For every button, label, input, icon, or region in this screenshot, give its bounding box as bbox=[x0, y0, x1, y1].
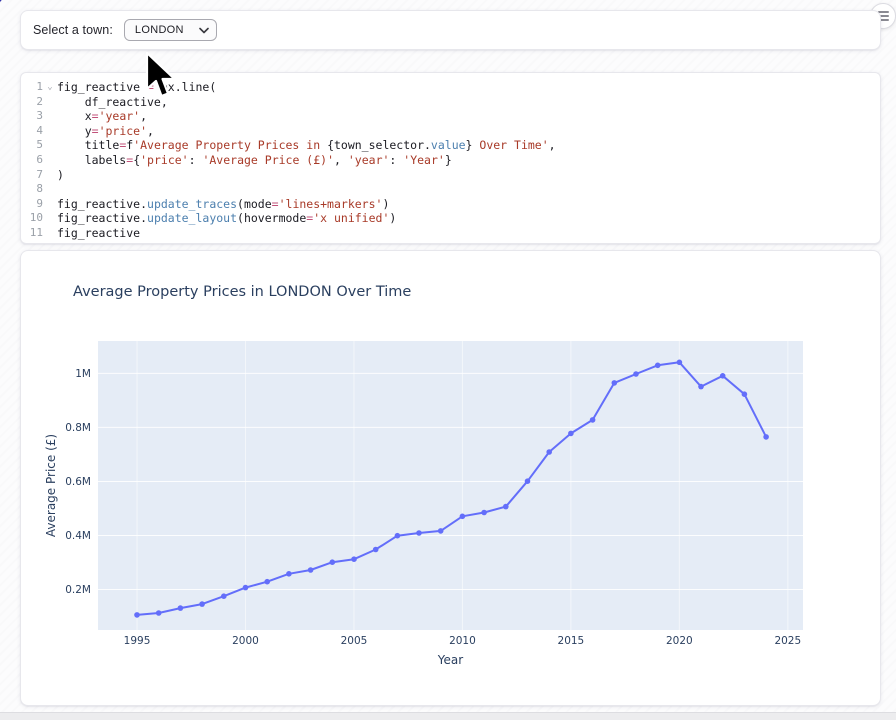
fold-spacer bbox=[43, 153, 57, 168]
fold-spacer bbox=[43, 109, 57, 124]
code-line: 11fig_reactive bbox=[21, 226, 880, 241]
code-line: 7) bbox=[21, 168, 880, 183]
x-tick-label: 2025 bbox=[774, 635, 801, 647]
plot-area[interactable] bbox=[98, 341, 803, 630]
data-point-marker bbox=[373, 547, 379, 553]
chart-title: Average Property Prices in LONDON Over T… bbox=[73, 284, 411, 300]
code-lines: 1⌄fig_reactive = px.line(2 df_reactive,3… bbox=[21, 80, 880, 241]
fold-spacer bbox=[43, 182, 57, 197]
line-number: 4 bbox=[21, 124, 43, 139]
data-point-marker bbox=[612, 380, 618, 386]
fold-spacer bbox=[43, 211, 57, 226]
y-tick-label: 0.4M bbox=[65, 530, 91, 542]
x-tick-label: 2000 bbox=[232, 635, 259, 647]
data-point-marker bbox=[633, 371, 639, 377]
fold-spacer bbox=[43, 95, 57, 110]
data-point-marker bbox=[178, 605, 184, 611]
code-line: 2 df_reactive, bbox=[21, 95, 880, 110]
price-chart[interactable]: 1995 2000 2005 2010 2015 2020 2025 0.2M 0.4M 0.6M… bbox=[41, 331, 841, 681]
line-number: 5 bbox=[21, 138, 43, 153]
town-select-label: Select a town: bbox=[33, 23, 113, 37]
data-point-marker bbox=[134, 612, 140, 618]
code-line: 3 x='year', bbox=[21, 109, 880, 124]
data-point-marker bbox=[221, 593, 227, 599]
fold-spacer bbox=[43, 124, 57, 139]
code-line: 6 labels={'price': 'Average Price (£)', … bbox=[21, 153, 880, 168]
data-point-marker bbox=[720, 373, 726, 379]
x-axis-title: Year bbox=[437, 653, 463, 667]
chevron-down-icon bbox=[199, 27, 209, 34]
code-line: 1⌄fig_reactive = px.line( bbox=[21, 80, 880, 95]
fold-spacer bbox=[43, 168, 57, 183]
line-number: 11 bbox=[21, 226, 43, 241]
town-select-value: LONDON bbox=[135, 24, 199, 36]
data-point-marker bbox=[308, 567, 314, 573]
data-point-marker bbox=[742, 391, 748, 397]
fold-spacer bbox=[43, 197, 57, 212]
y-tick-label: 0.2M bbox=[65, 584, 91, 596]
data-point-marker bbox=[438, 528, 444, 534]
x-tick-label: 1995 bbox=[124, 635, 151, 647]
code-line: 4 y='price', bbox=[21, 124, 880, 139]
data-point-marker bbox=[416, 530, 422, 536]
data-point-marker bbox=[655, 363, 661, 369]
data-point-marker bbox=[286, 571, 292, 577]
data-point-marker bbox=[460, 514, 466, 520]
x-tick-label: 2015 bbox=[558, 635, 585, 647]
data-point-marker bbox=[351, 556, 357, 562]
line-number: 8 bbox=[21, 182, 43, 197]
line-number: 10 bbox=[21, 211, 43, 226]
data-point-marker bbox=[395, 533, 401, 539]
output-cell: Average Property Prices in LONDON Over T… bbox=[20, 250, 881, 706]
fold-spacer bbox=[43, 226, 57, 241]
line-number: 9 bbox=[21, 197, 43, 212]
data-point-marker bbox=[698, 384, 704, 390]
data-point-marker bbox=[243, 585, 249, 591]
code-line: 10fig_reactive.update_layout(hovermode='… bbox=[21, 211, 880, 226]
data-point-marker bbox=[156, 610, 162, 616]
fold-spacer bbox=[43, 138, 57, 153]
horizontal-scrollbar[interactable] bbox=[0, 712, 896, 720]
data-point-marker bbox=[481, 510, 487, 516]
data-point-marker bbox=[763, 434, 769, 440]
data-point-marker bbox=[503, 504, 509, 510]
line-number: 3 bbox=[21, 109, 43, 124]
code-line: 5 title=f'Average Property Prices in {to… bbox=[21, 138, 880, 153]
data-point-marker bbox=[546, 449, 552, 455]
x-tick-label: 2010 bbox=[449, 635, 476, 647]
data-point-marker bbox=[264, 579, 270, 585]
data-point-marker bbox=[525, 478, 531, 484]
data-point-marker bbox=[568, 431, 574, 437]
town-selector-panel: Select a town: LONDON bbox=[20, 10, 881, 50]
x-tick-label: 2005 bbox=[341, 635, 368, 647]
window-corner-accent-top-left bbox=[0, 0, 17, 12]
y-axis-title: Average Price (£) bbox=[44, 434, 58, 537]
line-number: 7 bbox=[21, 168, 43, 183]
code-line: 8 bbox=[21, 182, 880, 197]
data-point-marker bbox=[199, 601, 205, 607]
fold-chevron-icon[interactable]: ⌄ bbox=[43, 80, 57, 95]
line-number: 2 bbox=[21, 95, 43, 110]
data-point-marker bbox=[330, 559, 336, 565]
line-number: 6 bbox=[21, 153, 43, 168]
data-point-marker bbox=[677, 360, 683, 366]
y-tick-label: 0.6M bbox=[65, 476, 91, 488]
y-tick-label: 0.8M bbox=[65, 422, 91, 434]
x-tick-label: 2020 bbox=[666, 635, 693, 647]
town-select[interactable]: LONDON bbox=[124, 19, 217, 41]
line-number: 1 bbox=[21, 80, 43, 95]
y-tick-label: 1M bbox=[75, 368, 91, 380]
code-line: 9fig_reactive.update_traces(mode='lines+… bbox=[21, 197, 880, 212]
data-point-marker bbox=[590, 417, 596, 423]
code-editor[interactable]: 1⌄fig_reactive = px.line(2 df_reactive,3… bbox=[21, 80, 880, 241]
code-cell: 1⌄fig_reactive = px.line(2 df_reactive,3… bbox=[20, 72, 881, 244]
